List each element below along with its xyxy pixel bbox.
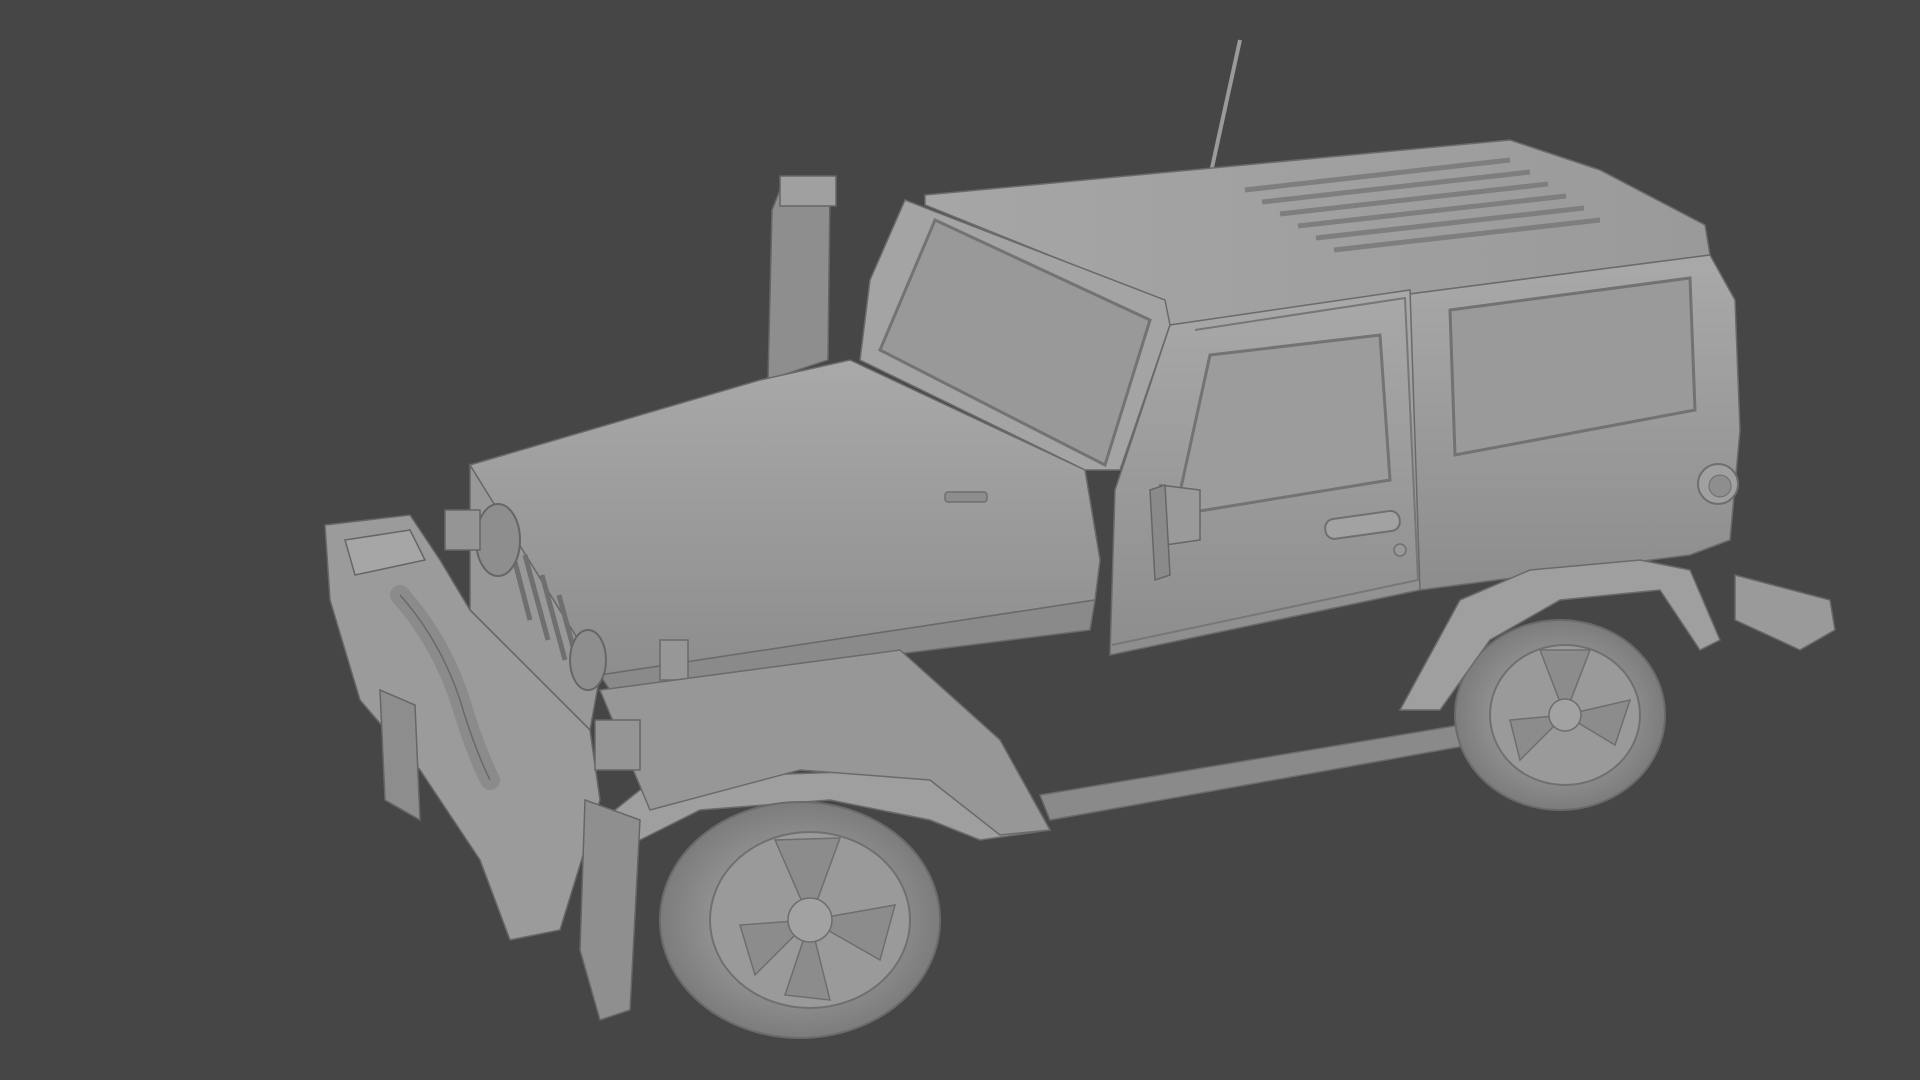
- rear-wheel: [1454, 619, 1666, 811]
- front-wheel: [659, 801, 941, 1039]
- right-headlight: [569, 629, 607, 691]
- snorkel: [767, 175, 837, 382]
- license-plate: [379, 688, 421, 822]
- 3d-viewport[interactable]: [0, 0, 1920, 1080]
- rear-bumper: [1734, 574, 1836, 651]
- hood-latch: [659, 639, 689, 681]
- tow-hook: [444, 509, 481, 551]
- jeep-model: [324, 39, 1836, 1039]
- skid-plate: [579, 798, 641, 1021]
- rocker-panel: [1038, 724, 1472, 821]
- left-headlight: [475, 503, 521, 577]
- hood-emblem: [944, 491, 988, 503]
